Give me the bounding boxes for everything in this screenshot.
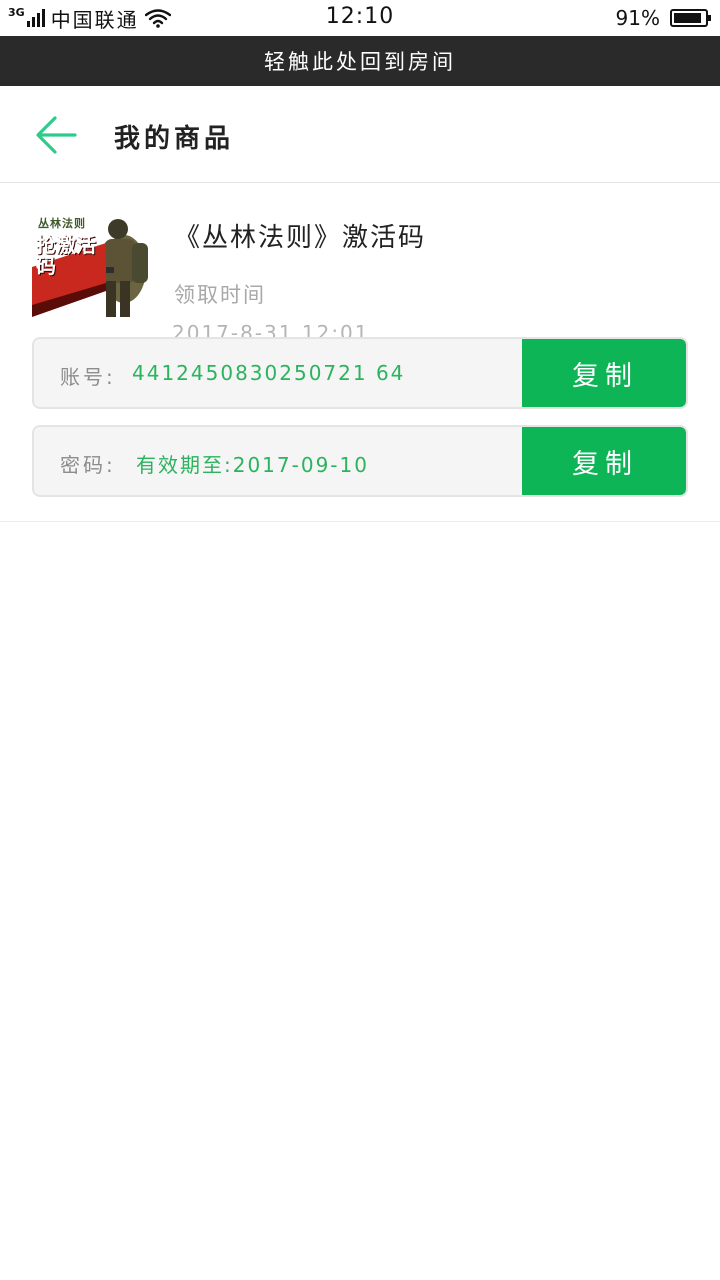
battery-level	[674, 13, 702, 23]
product-name: 《丛林法则》激活码	[174, 223, 427, 253]
status-left: 3G 中国联通	[8, 0, 171, 36]
carrier-name: 中国联通	[50, 7, 139, 32]
account-label: 账号:	[60, 365, 116, 389]
password-row: 密码: 有效期至:2017-09-10 复制	[32, 425, 688, 497]
thumbnail-game-name: 丛林法则	[38, 217, 86, 230]
claim-time-label: 领取时间	[174, 283, 266, 307]
copy-account-button[interactable]: 复制	[522, 339, 686, 407]
page-title: 我的商品	[114, 124, 235, 154]
page-header: 我的商品	[0, 86, 720, 183]
status-bar: 3G 中国联通 12:10 91%	[0, 0, 720, 36]
product-card: 丛林法则 抢激活码 《丛林法则》激活码 领取时间 2017-8-31 12:01…	[0, 183, 720, 522]
password-label: 密码:	[60, 453, 116, 477]
signal-icon	[26, 9, 45, 27]
product-thumbnail: 丛林法则 抢激活码	[32, 209, 150, 317]
status-right: 91%	[615, 0, 711, 36]
battery-icon	[670, 9, 711, 27]
network-type: 3G	[8, 5, 25, 19]
password-value[interactable]: 有效期至:2017-09-10	[136, 449, 369, 478]
account-row: 账号: 4412450830250721 64 复制	[32, 337, 688, 409]
account-value[interactable]: 4412450830250721 64	[132, 361, 405, 385]
thumbnail-badge: 抢激活码	[36, 233, 96, 278]
back-button[interactable]	[30, 112, 82, 158]
copy-password-button[interactable]: 复制	[522, 427, 686, 495]
wifi-icon	[144, 9, 171, 28]
arrow-left-icon	[36, 116, 77, 154]
battery-percent: 91%	[615, 6, 660, 30]
return-to-room-bar[interactable]: 轻触此处回到房间	[0, 36, 720, 86]
